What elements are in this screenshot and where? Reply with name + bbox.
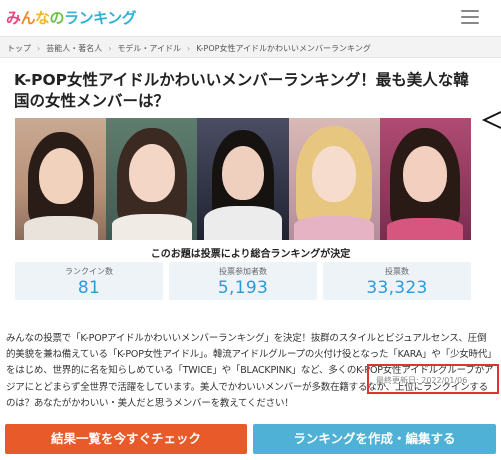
- stats-row: ランクイン数 81 投票参加者数 5,193 投票数 33,323: [15, 262, 471, 300]
- stat-label: 投票数: [385, 267, 409, 276]
- member-photo-strip: [15, 118, 472, 240]
- breadcrumb-category[interactable]: 芸能人・著名人: [46, 43, 102, 54]
- member-photo: [197, 118, 289, 240]
- annotation-arrow-icon: [481, 111, 501, 129]
- logo-char: ん: [20, 9, 36, 27]
- logo-char: の: [49, 9, 65, 27]
- create-ranking-button[interactable]: ランキングを作成・編集する: [253, 424, 496, 454]
- logo-char: ランキング: [64, 9, 137, 27]
- site-header: みんなのランキング: [0, 0, 501, 36]
- hamburger-menu-icon[interactable]: [461, 10, 479, 26]
- last-updated-date: 最終更新日: 2022/01/06: [376, 376, 468, 385]
- member-photo: [288, 118, 380, 240]
- vote-caption: このお題は投票により総合ランキングが決定: [150, 249, 351, 260]
- stat-rank-count: ランクイン数 81: [15, 262, 163, 300]
- stat-votes: 投票数 33,323: [323, 262, 471, 300]
- logo-char: な: [35, 9, 50, 27]
- page-title: K-POP女性アイドルかわいいメンバーランキング！最も美人な韓国の女性メンバーは…: [14, 71, 469, 110]
- view-results-button[interactable]: 結果一覧を今すぐチェック: [5, 424, 247, 454]
- breadcrumb-subcategory[interactable]: モデル・アイドル: [117, 43, 181, 54]
- member-photo: [106, 118, 198, 240]
- stat-value: 5,193: [217, 278, 269, 298]
- stat-label: 投票参加者数: [219, 267, 267, 276]
- stat-value: 33,323: [366, 278, 428, 298]
- stat-label: ランクイン数: [65, 267, 113, 276]
- breadcrumb-separator: ›: [108, 44, 112, 53]
- logo-char: み: [6, 9, 21, 27]
- member-photo: [379, 118, 472, 240]
- breadcrumb: トップ › 芸能人・著名人 › モデル・アイドル › K-POP女性アイドルかわいいメンバー…: [0, 36, 501, 58]
- breadcrumb-home[interactable]: トップ: [7, 43, 31, 54]
- stat-value: 81: [77, 278, 101, 298]
- breadcrumb-current: K-POP女性アイドルかわいいメンバーランキング: [196, 44, 371, 53]
- breadcrumb-separator: ›: [37, 44, 41, 53]
- breadcrumb-separator: ›: [187, 44, 191, 53]
- stat-participants: 投票参加者数 5,193: [169, 262, 317, 300]
- member-photo: [15, 118, 107, 240]
- site-logo[interactable]: みんなのランキング: [6, 7, 137, 28]
